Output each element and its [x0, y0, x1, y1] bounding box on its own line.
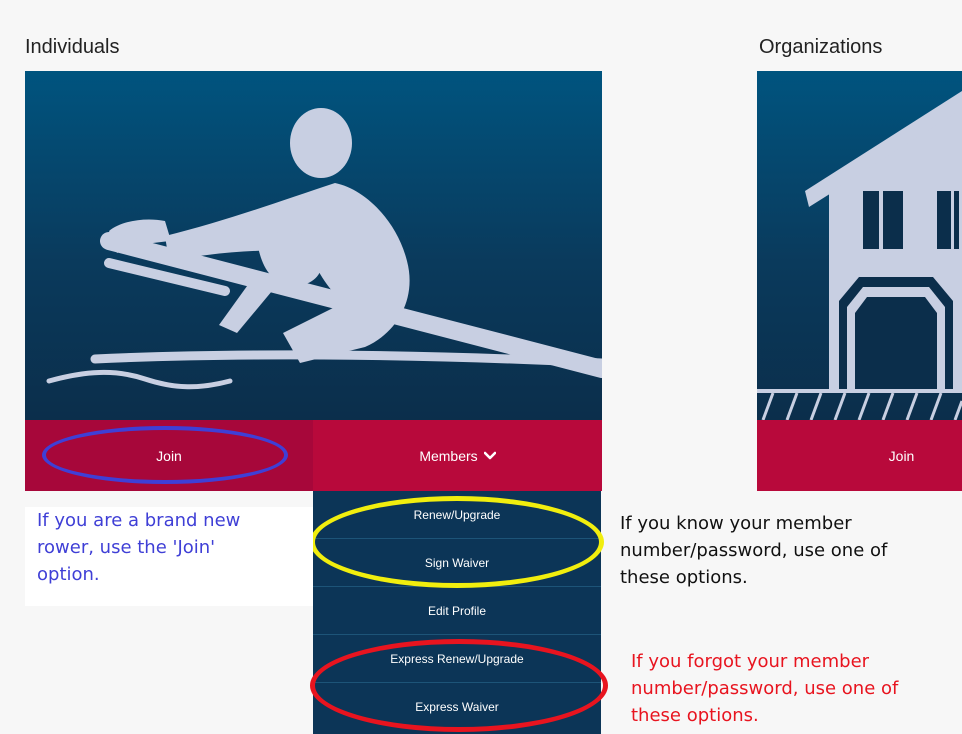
join-button[interactable]: Join — [25, 420, 313, 491]
forgot-credentials-note: If you forgot your member number/passwor… — [631, 651, 899, 726]
menu-item-renew-upgrade[interactable]: Renew/Upgrade — [313, 491, 601, 539]
menu-item-edit-profile[interactable]: Edit Profile — [313, 587, 601, 635]
join-button-label: Join — [156, 447, 182, 464]
menu-item-express-renew-upgrade[interactable]: Express Renew/Upgrade — [313, 635, 601, 683]
menu-item-sign-waiver[interactable]: Sign Waiver — [313, 539, 601, 587]
individuals-panel — [25, 71, 602, 420]
boathouse-icon — [757, 91, 962, 420]
known-credentials-note: If you know your member number/password,… — [620, 513, 888, 588]
organization-join-button[interactable]: Join — [757, 420, 962, 491]
members-button[interactable]: Members — [313, 420, 602, 491]
menu-item-express-waiver[interactable]: Express Waiver — [313, 683, 601, 731]
organizations-title: Organizations — [759, 36, 883, 58]
individuals-title: Individuals — [25, 36, 120, 58]
join-note: If you are a brand new rower, use the 'J… — [25, 507, 313, 606]
chevron-down-icon — [483, 451, 496, 459]
join-note-text: If you are a brand new rower, use the 'J… — [37, 510, 241, 585]
members-dropdown-menu: Renew/Upgrade Sign Waiver Edit Profile E… — [313, 491, 601, 734]
members-button-label: Members — [419, 447, 478, 464]
organization-join-label: Join — [888, 447, 915, 464]
organizations-panel — [757, 71, 962, 420]
rower-icon — [46, 108, 602, 390]
